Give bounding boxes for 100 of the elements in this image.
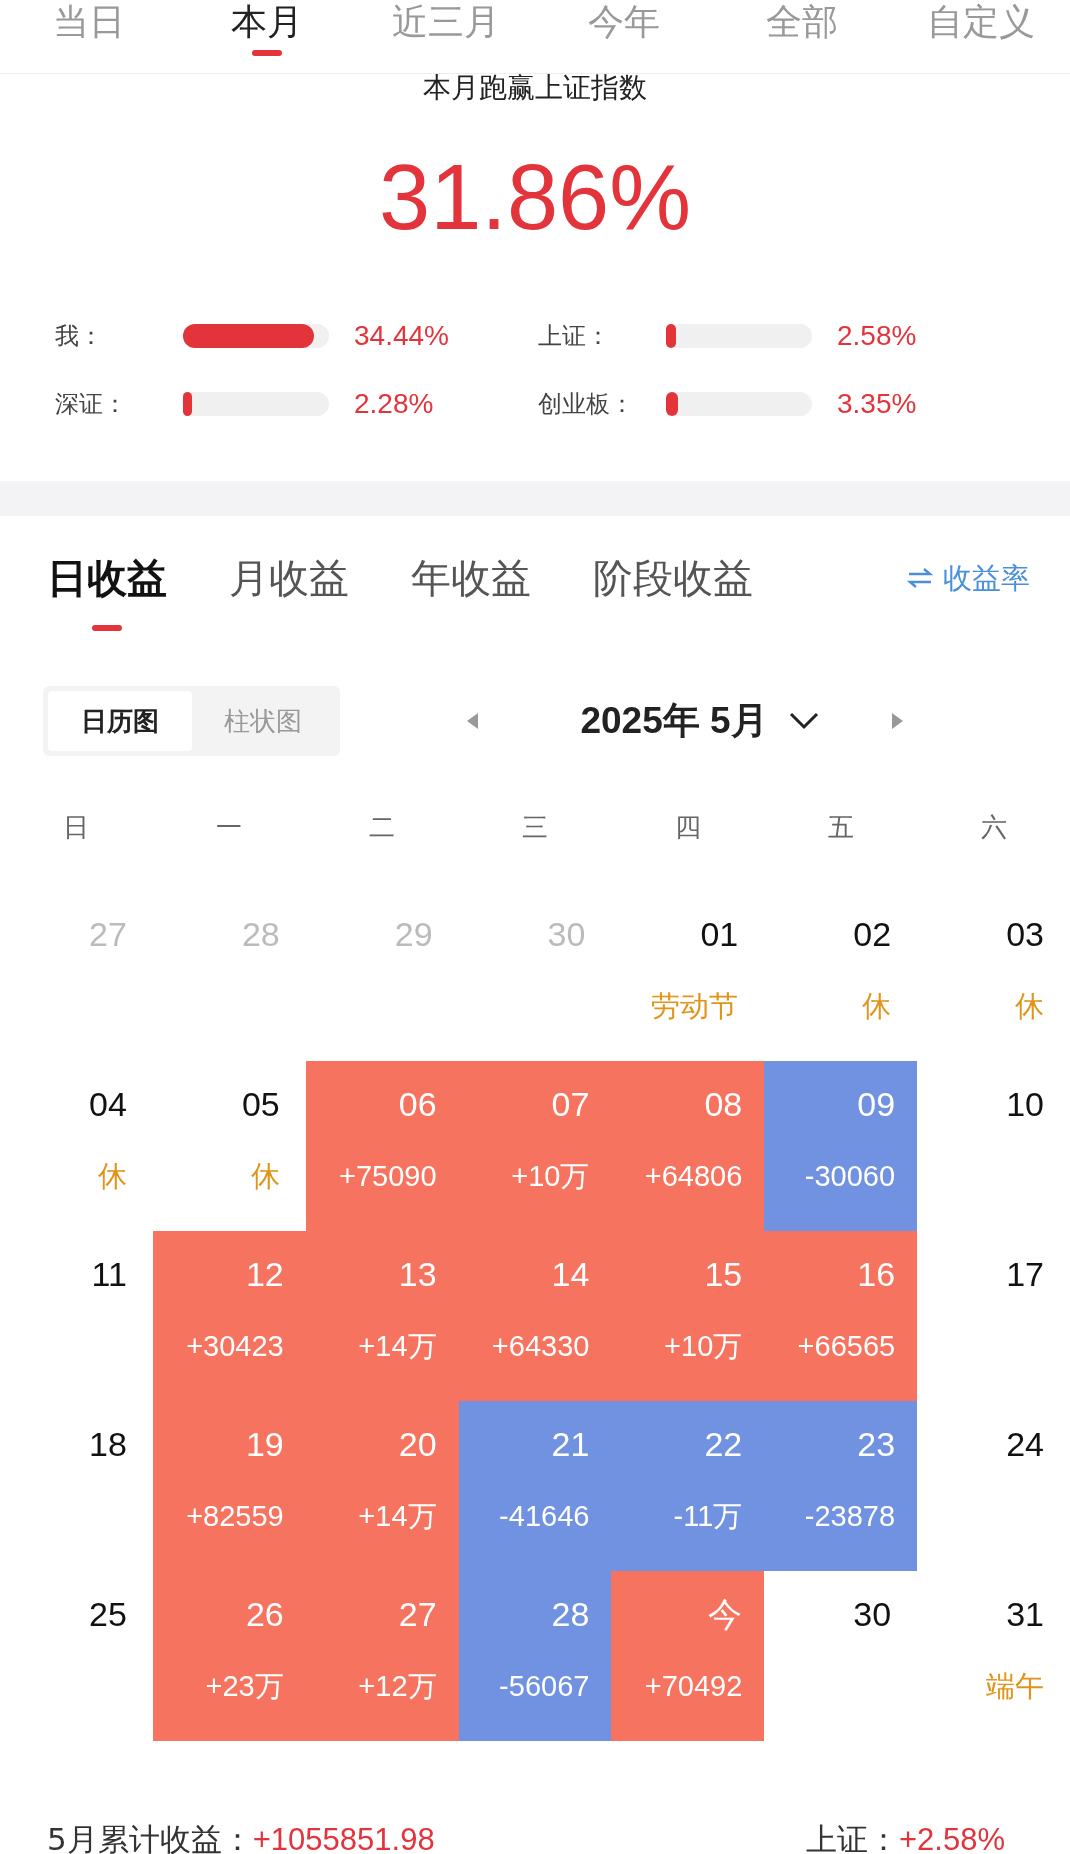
- day-label: -11万: [673, 1499, 743, 1534]
- calendar-day[interactable]: 28: [152, 891, 306, 1061]
- profit-tab[interactable]: 月收益: [229, 553, 349, 631]
- calendar-day[interactable]: 01 劳动节: [611, 891, 765, 1061]
- calendar-day[interactable]: 03 休: [917, 891, 1070, 1061]
- calendar-day[interactable]: 06 +75090: [305, 1061, 459, 1231]
- day-number: 12: [245, 1254, 284, 1294]
- weekday-label: 五: [826, 810, 855, 844]
- day-number: 27: [89, 914, 127, 954]
- chevron-down-icon[interactable]: [787, 711, 820, 731]
- comparison-label: 创业板：: [538, 389, 635, 420]
- period-tab[interactable]: 今年: [535, 0, 714, 73]
- calendar-day[interactable]: 25: [0, 1571, 153, 1741]
- profit-tab[interactable]: 日收益: [47, 553, 167, 631]
- summary-value: 31.86%: [378, 145, 692, 250]
- day-number: 13: [398, 1254, 437, 1294]
- view-option[interactable]: 柱状图: [191, 691, 335, 751]
- comparison-label: 我：: [55, 321, 104, 352]
- calendar-day[interactable]: 16 +66565: [764, 1231, 918, 1401]
- calendar-day[interactable]: 22 -11万: [611, 1401, 765, 1571]
- day-label: +12万: [358, 1669, 437, 1704]
- calendar-day[interactable]: 07 +10万: [458, 1061, 612, 1231]
- calendar-day[interactable]: 17: [917, 1231, 1070, 1401]
- calendar-day[interactable]: 30: [458, 891, 612, 1061]
- day-number: 17: [1006, 1254, 1044, 1294]
- calendar-day[interactable]: 23 -23878: [764, 1401, 918, 1571]
- profit-tab[interactable]: 年收益: [411, 553, 531, 631]
- calendar-day[interactable]: 27 +12万: [305, 1571, 459, 1741]
- calendar-day[interactable]: 27: [0, 891, 153, 1061]
- day-number: 30: [547, 914, 586, 954]
- period-tab[interactable]: 全部: [713, 0, 892, 73]
- day-label: 休: [97, 1159, 127, 1194]
- calendar-day[interactable]: 26 +23万: [152, 1571, 306, 1741]
- calendar-day[interactable]: 28 -56067: [458, 1571, 612, 1741]
- period-tab[interactable]: 本月: [178, 0, 357, 73]
- day-label: +64330: [491, 1329, 590, 1364]
- period-tab[interactable]: 当日: [0, 0, 179, 73]
- day-number: 15: [704, 1254, 743, 1294]
- month-title: 2025年 5月: [580, 699, 768, 743]
- day-number: 27: [398, 1594, 437, 1634]
- day-number: 07: [551, 1084, 590, 1124]
- weekday-label: 三: [521, 810, 549, 844]
- day-number: 23: [857, 1424, 896, 1464]
- summary-title: 本月跑赢上证指数: [422, 74, 648, 102]
- calendar-day[interactable]: 12 +30423: [152, 1231, 306, 1401]
- day-number: 09: [857, 1084, 896, 1124]
- calendar-day[interactable]: 09 -30060: [764, 1061, 918, 1231]
- calendar-day[interactable]: 29: [305, 891, 459, 1061]
- day-label: +14万: [358, 1499, 437, 1534]
- weekday-label: 一: [215, 810, 244, 844]
- day-number: 31: [1006, 1594, 1044, 1634]
- index-label: 上证：: [806, 1821, 899, 1854]
- calendar-day[interactable]: 05 休: [152, 1061, 306, 1231]
- calendar-day[interactable]: 14 +64330: [458, 1231, 612, 1401]
- calendar-day[interactable]: 19 +82559: [152, 1401, 306, 1571]
- day-label: -23878: [804, 1499, 896, 1534]
- calendar-day[interactable]: 21 -41646: [458, 1401, 612, 1571]
- day-number: 20: [398, 1424, 437, 1464]
- calendar-day[interactable]: 31 端午: [917, 1571, 1070, 1741]
- comparison-value: 2.58%: [837, 320, 918, 352]
- day-number: 02: [853, 914, 892, 954]
- day-label: +23万: [205, 1669, 284, 1704]
- day-label: -30060: [804, 1159, 896, 1194]
- day-label: +30423: [186, 1329, 284, 1364]
- calendar-day[interactable]: 10: [917, 1061, 1070, 1231]
- calendar-day[interactable]: 18: [0, 1401, 153, 1571]
- day-number: 11: [91, 1254, 127, 1294]
- day-number: 28: [551, 1594, 590, 1634]
- calendar-day[interactable]: 11: [0, 1231, 153, 1401]
- calendar-day[interactable]: 15 +10万: [611, 1231, 765, 1401]
- comparison-value: 2.28%: [354, 388, 435, 420]
- day-label: +75090: [339, 1159, 437, 1194]
- rate-link[interactable]: 收益率: [907, 553, 1030, 603]
- profit-tab[interactable]: 阶段收益: [593, 553, 753, 631]
- calendar-day[interactable]: 今 +70492: [611, 1571, 765, 1741]
- calendar-day[interactable]: 20 +14万: [305, 1401, 459, 1571]
- day-number: 01: [700, 914, 739, 954]
- calendar-day[interactable]: 02 休: [764, 891, 918, 1061]
- weekday-label: 日: [62, 810, 91, 844]
- weekday-label: 六: [979, 810, 1008, 844]
- period-tab[interactable]: 自定义: [891, 0, 1070, 73]
- day-label: +10万: [511, 1159, 590, 1194]
- calendar-day[interactable]: 04 休: [0, 1061, 153, 1231]
- view-option[interactable]: 日历图: [48, 691, 192, 751]
- calendar-day[interactable]: 08 +64806: [611, 1061, 765, 1231]
- comparison-value: 3.35%: [837, 388, 918, 420]
- calendar-day[interactable]: 30: [764, 1571, 918, 1741]
- day-label: -41646: [499, 1499, 590, 1534]
- period-tab[interactable]: 近三月: [356, 0, 535, 73]
- day-label: 端午: [986, 1669, 1044, 1704]
- weekday-label: 四: [673, 810, 702, 844]
- calendar-day[interactable]: 24: [917, 1401, 1070, 1571]
- calendar-day[interactable]: 13 +14万: [305, 1231, 459, 1401]
- day-label: -56067: [499, 1669, 590, 1704]
- day-number: 19: [245, 1424, 284, 1464]
- day-label: 休: [862, 989, 892, 1024]
- day-number: 14: [551, 1254, 590, 1294]
- day-label: +14万: [358, 1329, 437, 1364]
- day-label: +10万: [664, 1329, 743, 1364]
- total-label: 5月累计收益：: [47, 1821, 253, 1854]
